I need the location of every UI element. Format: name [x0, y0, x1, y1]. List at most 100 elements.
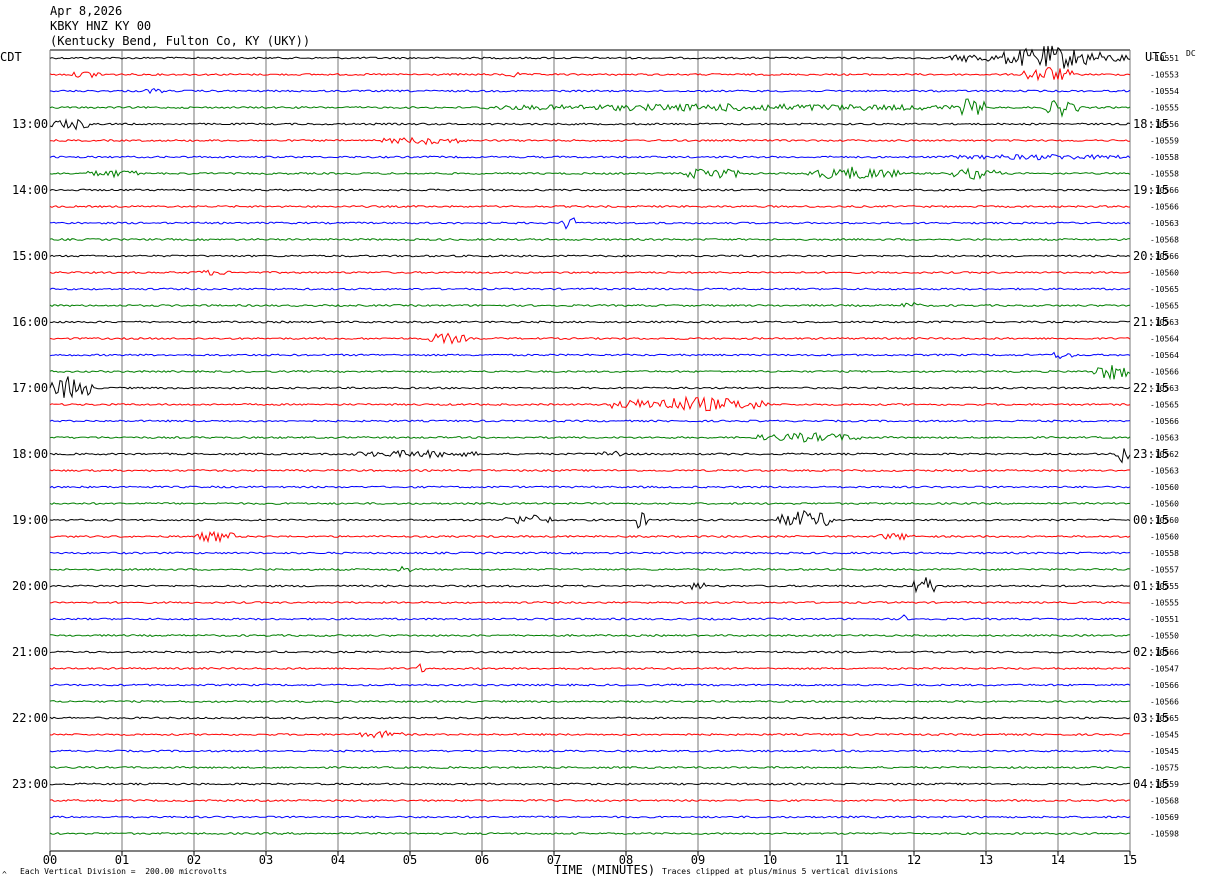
right-hour-label: 20:15: [1133, 249, 1169, 263]
trace-line: [49, 650, 1131, 654]
left-hour-label: 19:00: [12, 513, 48, 527]
trace-line: [49, 530, 1131, 544]
trace-line: [49, 153, 1131, 161]
trace-line: [49, 765, 1131, 770]
left-hour-label: 16:00: [12, 315, 48, 329]
left-hour-label: 13:00: [12, 117, 48, 131]
trace-line: [49, 614, 1131, 621]
right-hour-label: 23:15: [1133, 447, 1169, 461]
right-hour-label: 21:15: [1133, 315, 1169, 329]
right-hour-label: 03:15: [1133, 711, 1169, 725]
left-hour-label: 23:00: [12, 777, 48, 791]
trace-line: [49, 798, 1130, 803]
dc-offset-label: -10560: [1150, 500, 1179, 509]
trace-line: [49, 269, 1131, 276]
left-hour-label: 18:00: [12, 447, 48, 461]
dc-offset-label: -10563: [1150, 434, 1179, 443]
dc-offset-label: -10553: [1150, 71, 1179, 80]
trace-line: [49, 600, 1131, 604]
trace-line: [49, 633, 1131, 637]
dc-offset-label: -10560: [1150, 269, 1179, 278]
dc-offset-label: -10560: [1150, 483, 1179, 492]
trace-line: [49, 485, 1131, 489]
right-hour-label: 01:15: [1133, 579, 1169, 593]
trace-line: [49, 98, 1131, 118]
dc-offset-label: -10545: [1150, 747, 1179, 756]
trace-line: [49, 287, 1131, 291]
x-tick-label: 10: [763, 853, 777, 867]
trace-line: [49, 448, 1131, 464]
dc-offset-label: -10555: [1150, 599, 1179, 608]
dc-offset-label: -10558: [1150, 153, 1179, 162]
trace-line: [49, 332, 1131, 345]
trace-line: [49, 730, 1130, 739]
trace-line: [49, 577, 1131, 594]
dc-offset-label: -10565: [1150, 401, 1179, 410]
dc-offset-label: -10559: [1150, 137, 1179, 146]
dc-offset-label: -10565: [1150, 285, 1179, 294]
trace-line: [49, 320, 1131, 324]
dc-offset-label: -10569: [1150, 813, 1179, 822]
dc-offset-label: -10568: [1150, 797, 1179, 806]
trace-line: [49, 565, 1131, 573]
trace-line: [49, 683, 1131, 687]
dc-offset-label: -10564: [1150, 335, 1179, 344]
corner-mark: ^: [2, 870, 7, 879]
dc-offset-label: -10565: [1150, 302, 1179, 311]
dc-offset-label: -10545: [1150, 731, 1179, 740]
trace-line: [49, 376, 1131, 399]
dc-offset-label: -10554: [1150, 87, 1179, 96]
right-hour-label: 19:15: [1133, 183, 1169, 197]
trace-line: [49, 166, 1131, 180]
dc-offset-label: -10547: [1150, 665, 1179, 674]
trace-line: [49, 831, 1131, 835]
dc-offset-label: -10575: [1150, 764, 1179, 773]
trace-line: [49, 45, 1131, 69]
dc-offset-label: -10566: [1150, 368, 1179, 377]
x-tick-label: 00: [43, 853, 57, 867]
trace-line: [49, 551, 1131, 555]
left-hour-label: 22:00: [12, 711, 48, 725]
x-tick-label: 03: [259, 853, 273, 867]
trace-line: [49, 118, 1131, 131]
left-hour-label: 15:00: [12, 249, 48, 263]
trace-line: [49, 204, 1130, 209]
trace-line: [49, 136, 1131, 146]
dc-offset-label: -10557: [1150, 566, 1179, 575]
left-hour-label: 20:00: [12, 579, 48, 593]
clip-note: Traces clipped at plus/minus 5 vertical …: [662, 867, 899, 876]
x-tick-label: 05: [403, 853, 417, 867]
dc-offset-label: -10558: [1150, 170, 1179, 179]
trace-line: [49, 432, 1131, 443]
dc-offset-label: -10555: [1150, 104, 1179, 113]
trace-line: [49, 501, 1131, 506]
trace-line: [49, 217, 1131, 230]
trace-line: [49, 365, 1131, 381]
trace-line: [49, 67, 1131, 82]
trace-line: [49, 254, 1131, 258]
dc-offset-label: -10560: [1150, 533, 1179, 542]
trace-line: [49, 468, 1131, 473]
trace-line: [49, 782, 1130, 786]
right-hour-label: 18:15: [1133, 117, 1169, 131]
x-tick-label: 11: [835, 853, 849, 867]
trace-line: [49, 749, 1131, 753]
right-hour-label: 00:15: [1133, 513, 1169, 527]
trace-line: [49, 395, 1131, 412]
dc-offset-label: -10566: [1150, 681, 1179, 690]
trace-line: [49, 663, 1131, 673]
dc-offset-label: -10558: [1150, 549, 1179, 558]
dc-offset-label: -10563: [1150, 467, 1179, 476]
scale-note: Each Vertical Division = 200.00 microvol…: [20, 867, 228, 876]
left-hour-label: 21:00: [12, 645, 48, 659]
dc-offset-label: -10551: [1150, 54, 1179, 63]
x-tick-label: 04: [331, 853, 345, 867]
left-hour-label: 14:00: [12, 183, 48, 197]
trace-line: [49, 419, 1131, 423]
trace-line: [49, 351, 1131, 360]
dc-offset-label: -10566: [1150, 417, 1179, 426]
trace-line: [49, 509, 1131, 529]
x-tick-label: 02: [187, 853, 201, 867]
dc-offset-label: -10566: [1150, 203, 1179, 212]
dc-offset-label: -10566: [1150, 698, 1179, 707]
